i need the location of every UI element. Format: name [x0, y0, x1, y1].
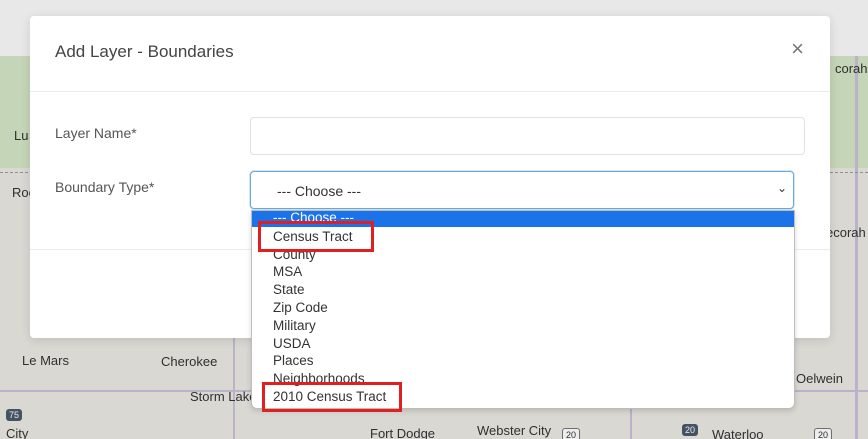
- option-zip-code[interactable]: Zip Code: [252, 299, 794, 317]
- option-usda[interactable]: USDA: [252, 335, 794, 353]
- boundary-type-value: --- Choose ---: [277, 183, 362, 199]
- close-icon[interactable]: ×: [791, 38, 804, 60]
- option-msa[interactable]: MSA: [252, 263, 794, 281]
- modal-title: Add Layer - Boundaries: [55, 42, 234, 61]
- highlight-2010-census-tract: [262, 382, 402, 412]
- modal-header: Add Layer - Boundaries ×: [30, 16, 830, 92]
- layer-name-input[interactable]: [250, 117, 805, 155]
- layer-name-label: Layer Name*: [55, 125, 137, 141]
- option-military[interactable]: Military: [252, 317, 794, 335]
- boundary-type-select[interactable]: --- Choose --- ⌄: [250, 171, 794, 209]
- highlight-census-tract: [258, 221, 374, 252]
- chevron-down-icon: ⌄: [776, 181, 787, 195]
- option-state[interactable]: State: [252, 281, 794, 299]
- boundary-type-label: Boundary Type*: [55, 179, 155, 195]
- option-places[interactable]: Places: [252, 352, 794, 370]
